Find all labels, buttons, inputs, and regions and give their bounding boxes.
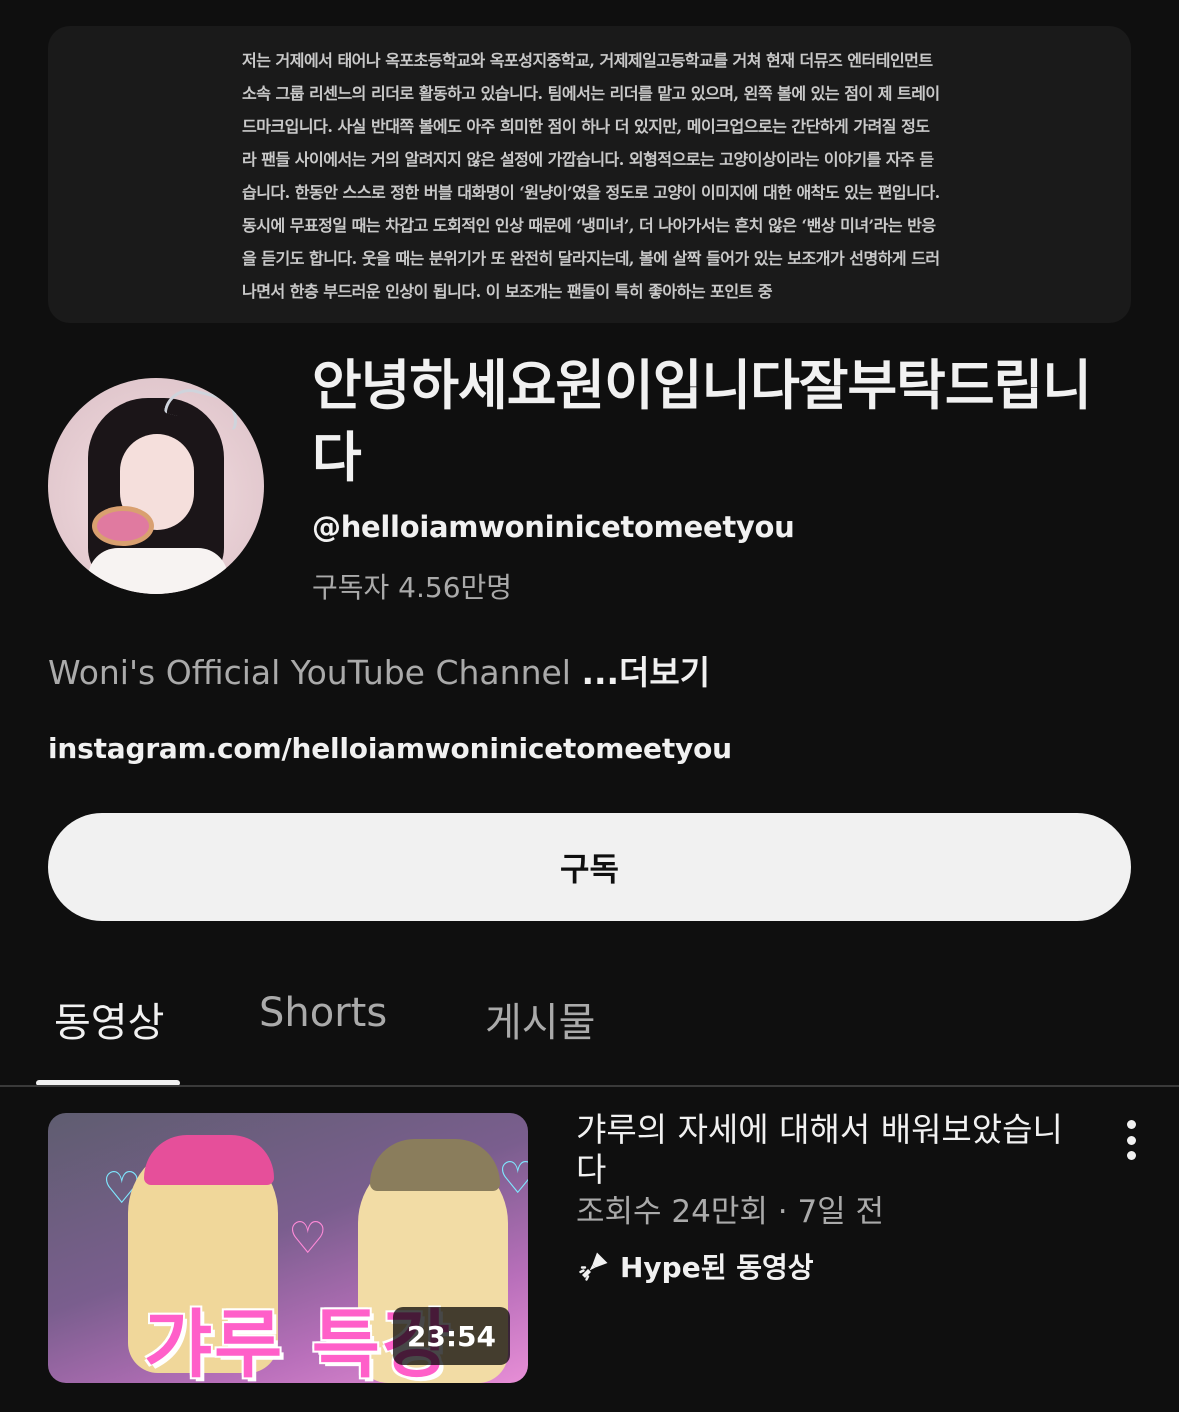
video-thumbnail[interactable]: ♡ ♡ ♡ 갸루 특강 23:54 <box>48 1113 528 1383</box>
video-title[interactable]: 갸루의 자세에 대해서 배워보았습니다 <box>576 1110 1086 1190</box>
channel-page: 저는 거제에서 태어나 옥포초등학교와 옥포성지중학교, 거제제일고등학교를 거… <box>0 0 1179 1412</box>
channel-tabs: 동영상 Shorts 게시물 <box>0 960 1179 1088</box>
tabs-divider <box>0 1085 1179 1087</box>
tab-shorts[interactable]: Shorts <box>259 990 387 1036</box>
channel-avatar[interactable] <box>48 378 264 594</box>
subscriber-count: 구독자 4.56만명 <box>312 571 513 604</box>
channel-description[interactable]: Woni's Official YouTube Channel ...더보기 <box>48 646 710 694</box>
video-meta: 조회수 24만회 · 7일 전 <box>576 1194 885 1230</box>
avatar-body <box>88 548 228 594</box>
kebab-dot <box>1126 1135 1136 1145</box>
channel-handle: @helloiamwoninicetomeetyou <box>312 510 795 544</box>
thumbnail-hat-right <box>370 1139 500 1191</box>
hype-label: Hype된 동영상 <box>620 1251 814 1284</box>
subscribe-button[interactable]: 구독 <box>48 813 1131 921</box>
channel-external-link[interactable]: instagram.com/helloiamwoninicetomeetyou <box>48 732 732 765</box>
banner-text: 저는 거제에서 태어나 옥포초등학교와 옥포성지중학교, 거제제일고등학교를 거… <box>242 51 940 301</box>
tab-videos[interactable]: 동영상 <box>54 990 164 1048</box>
channel-title: 안녕하세요원이입니다잘부탁드립니다 <box>312 354 1092 489</box>
tab-posts[interactable]: 게시물 <box>485 990 595 1048</box>
hype-rocket-icon <box>579 1252 608 1281</box>
heart-decoration-icon: ♡ <box>288 1213 328 1264</box>
more-link[interactable]: ...더보기 <box>581 653 710 692</box>
kebab-dot <box>1126 1151 1136 1160</box>
thumbnail-hat-left <box>144 1135 274 1185</box>
avatar-donut <box>92 506 154 546</box>
more-vertical-icon[interactable] <box>1112 1118 1150 1162</box>
kebab-dot <box>1126 1120 1136 1129</box>
description-text: Woni's Official YouTube Channel <box>48 653 582 692</box>
hype-badge: Hype된 동영상 <box>576 1246 814 1286</box>
video-duration: 23:54 <box>392 1307 510 1365</box>
channel-banner: 저는 거제에서 태어나 옥포초등학교와 옥포성지중학교, 거제제일고등학교를 거… <box>48 26 1131 323</box>
